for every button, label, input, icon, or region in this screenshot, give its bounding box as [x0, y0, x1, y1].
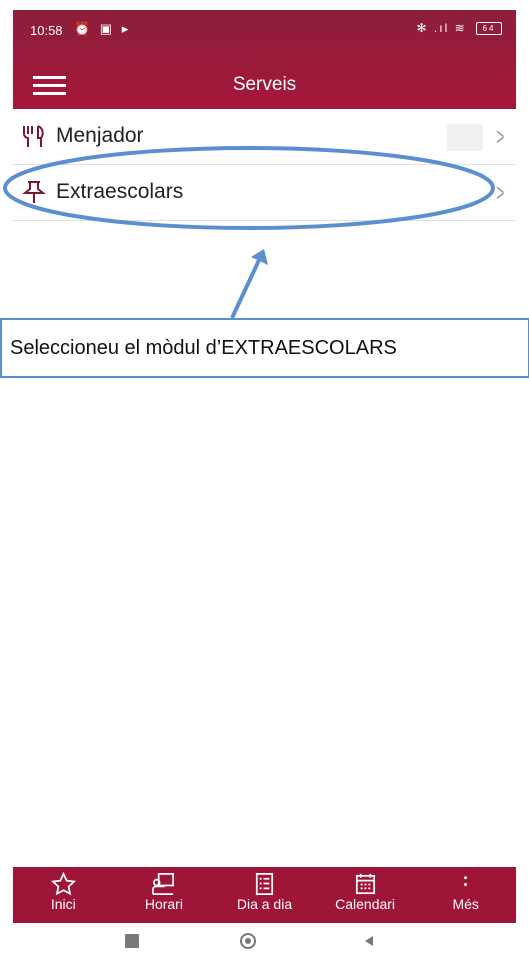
bluetooth-signal-wifi-icons: ✻ .ıl ≋: [416, 21, 467, 35]
teacher-board-icon: [152, 873, 175, 896]
menjador-badge: [447, 124, 483, 151]
nav-mes[interactable]: Més: [415, 867, 516, 923]
status-left-icons: ⏰ ▣ ▸: [74, 21, 132, 36]
extraescolars-label: Extraescolars: [56, 180, 184, 203]
nav-horari[interactable]: Horari: [114, 867, 215, 923]
home-button[interactable]: [239, 932, 257, 950]
fork-knife-icon: [23, 125, 44, 147]
menjador-label: Menjador: [56, 124, 144, 147]
instruction-callout: Seleccioneu el mòdul d’EXTRAESCOLARS: [0, 318, 529, 378]
nav-dia-a-dia-label: Dia a dia: [236, 896, 293, 912]
recent-apps-button[interactable]: [125, 934, 139, 948]
nav-calendari-label: Calendari: [335, 896, 396, 912]
app-frame: 10:58 ⏰ ▣ ▸ ✻ .ıl ≋ 64 Serveis Menjador …: [13, 10, 516, 958]
nav-calendari[interactable]: Calendari: [315, 867, 416, 923]
pin-icon: [22, 181, 46, 203]
page-title: Serveis: [232, 74, 297, 95]
star-icon: [50, 871, 76, 896]
topbar: 10:58 ⏰ ▣ ▸ ✻ .ıl ≋ 64 Serveis: [13, 10, 516, 109]
status-bar: 10:58 ⏰ ▣ ▸ ✻ .ıl ≋ 64: [13, 10, 516, 50]
bottom-navigation: Inici Horari Dia a dia Calendari Més: [13, 867, 516, 923]
battery-icon: 64: [476, 22, 502, 36]
chevron-right-icon: >: [496, 123, 505, 151]
status-time: 10:58: [30, 23, 63, 38]
more-vertical-icon: [464, 876, 468, 886]
nav-inici-label: Inici: [50, 896, 76, 912]
back-button[interactable]: [362, 934, 376, 948]
callout-text: Seleccioneu el mòdul d’EXTRAESCOLARS: [10, 337, 397, 359]
nav-inici[interactable]: Inici: [13, 867, 114, 923]
nav-dia-a-dia[interactable]: Dia a dia: [214, 867, 315, 923]
nav-horari-label: Horari: [144, 896, 183, 912]
nav-mes-label: Més: [452, 896, 479, 912]
services-list: Menjador > Extraescolars >: [13, 109, 516, 221]
menjador-list-item[interactable]: Menjador >: [13, 109, 516, 165]
android-system-navigation: [13, 923, 516, 958]
calendar-icon: [355, 873, 375, 895]
chevron-right-icon: >: [496, 179, 505, 207]
checklist-icon: [255, 873, 274, 896]
status-right-icons: ✻ .ıl ≋ 64: [416, 21, 502, 36]
extraescolars-list-item[interactable]: Extraescolars >: [13, 165, 516, 221]
